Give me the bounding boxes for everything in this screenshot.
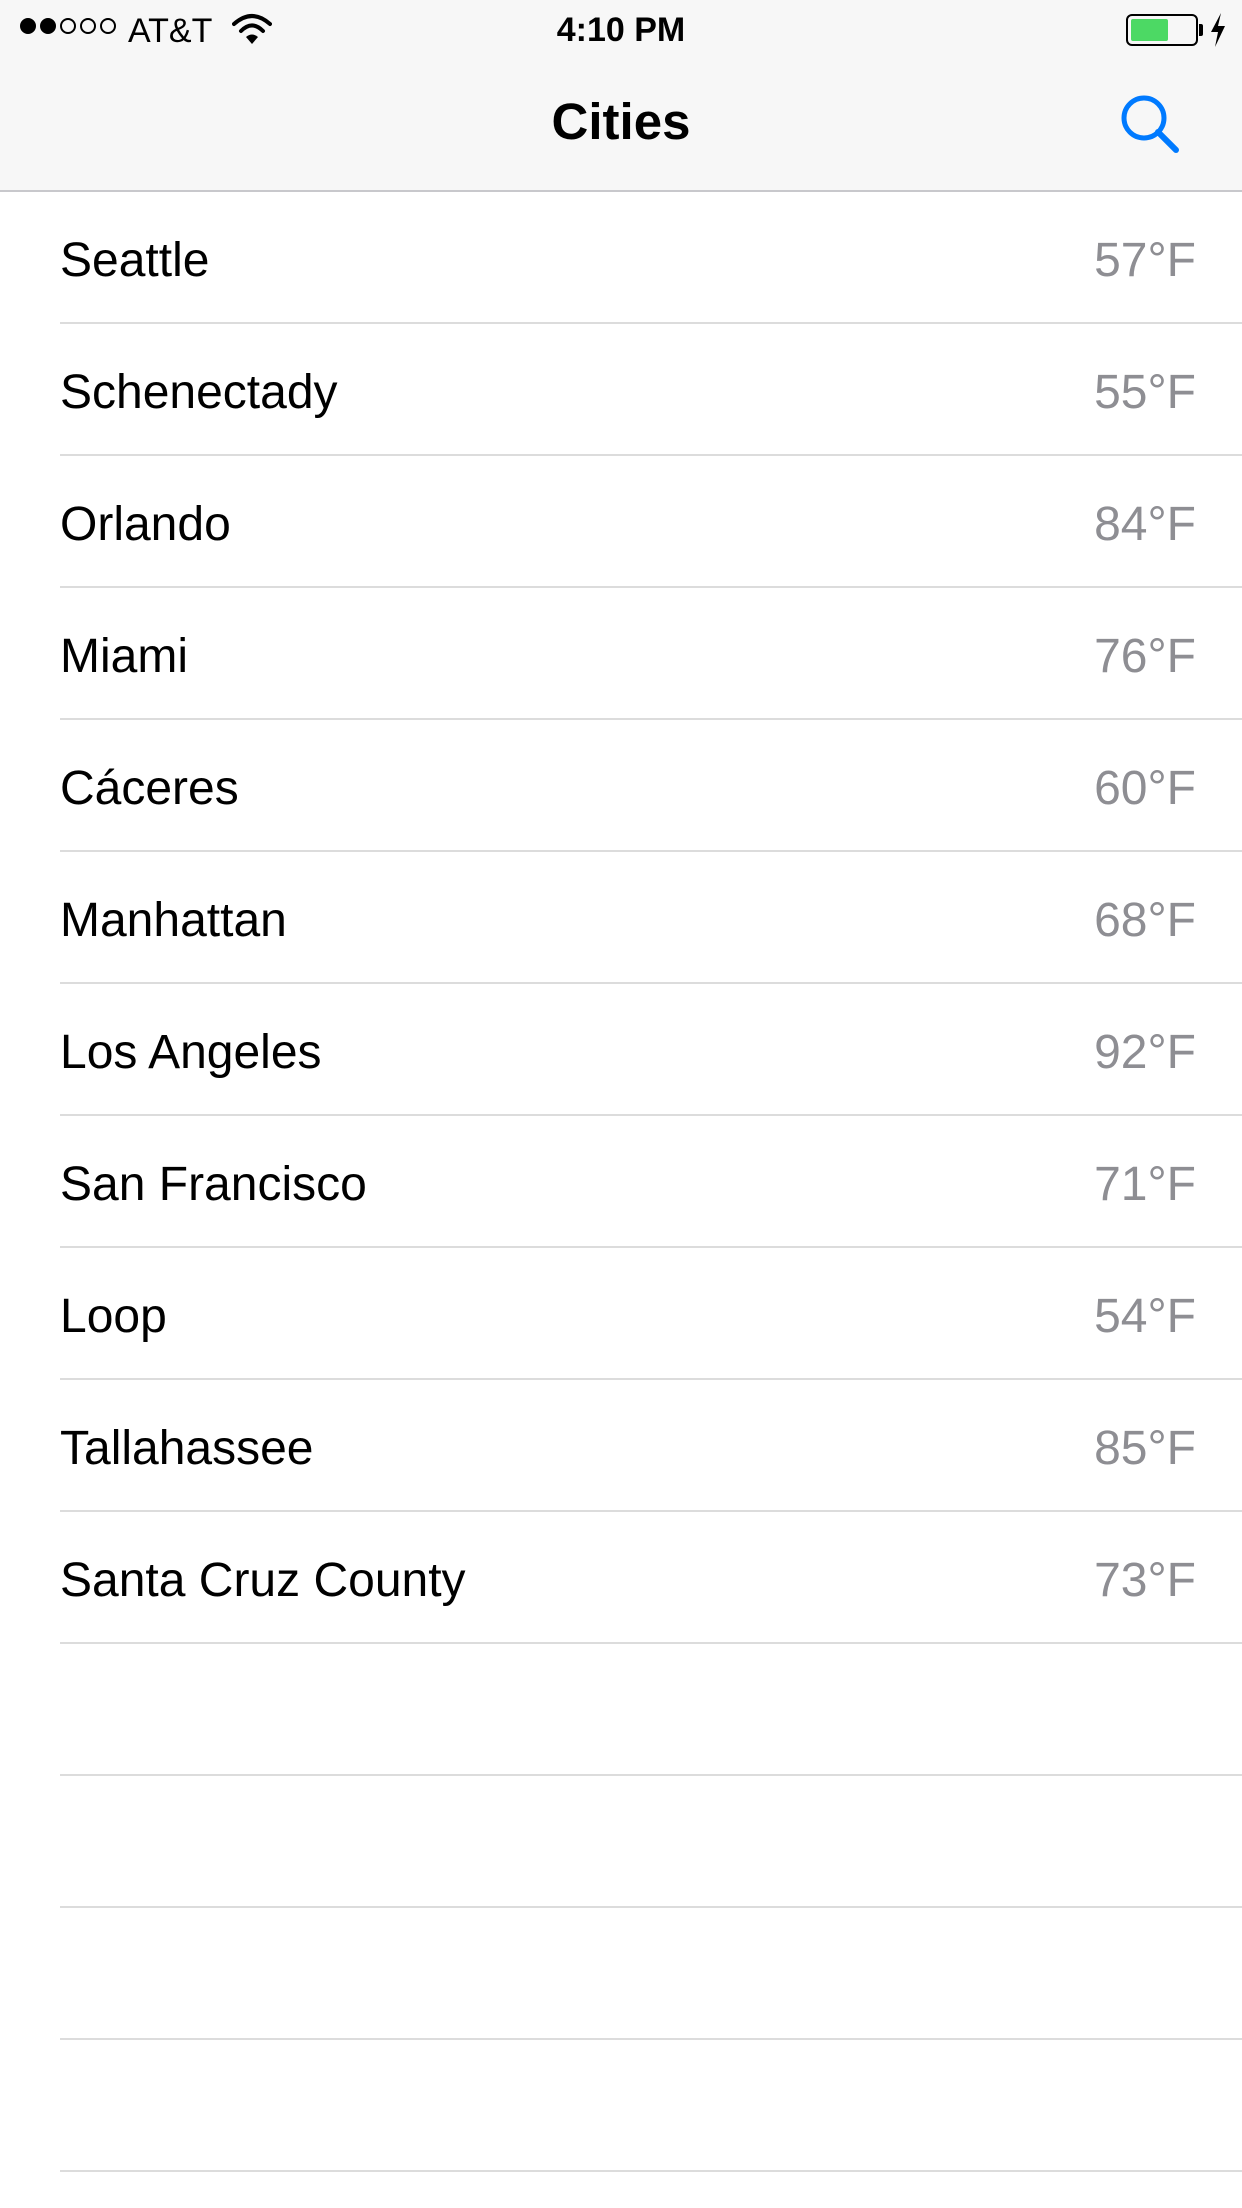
city-name: Los Angeles bbox=[60, 1026, 322, 1079]
battery-cap bbox=[1199, 24, 1203, 36]
city-temperature: 60°F bbox=[1094, 762, 1196, 815]
city-name: Santa Cruz County bbox=[60, 1554, 466, 1607]
city-name: Tallahassee bbox=[60, 1422, 314, 1475]
city-temperature: 71°F bbox=[1094, 1158, 1196, 1211]
city-row[interactable]: Schenectady 55°F bbox=[0, 324, 1242, 456]
city-row[interactable]: Seattle 57°F bbox=[0, 192, 1242, 324]
city-row[interactable]: Miami 76°F bbox=[0, 588, 1242, 720]
city-temperature: 68°F bbox=[1094, 894, 1196, 947]
cities-table: Seattle 57°F Schenectady 55°F Orlando 84… bbox=[0, 192, 1242, 2172]
empty-row bbox=[0, 2040, 1242, 2172]
empty-row bbox=[0, 1908, 1242, 2040]
city-name: San Francisco bbox=[60, 1158, 367, 1211]
page-title: Cities bbox=[551, 93, 691, 150]
navigation-bar: Cities bbox=[0, 60, 1242, 192]
empty-row bbox=[0, 1776, 1242, 1908]
city-temperature: 55°F bbox=[1094, 366, 1196, 419]
status-time: 4:10 PM bbox=[556, 11, 686, 49]
city-temperature: 92°F bbox=[1094, 1026, 1196, 1079]
city-row[interactable]: Orlando 84°F bbox=[0, 456, 1242, 588]
city-name: Cáceres bbox=[60, 762, 239, 815]
city-name: Schenectady bbox=[60, 366, 338, 419]
city-row[interactable]: Cáceres 60°F bbox=[0, 720, 1242, 852]
empty-row bbox=[0, 1644, 1242, 1776]
city-name: Miami bbox=[60, 630, 188, 683]
city-temperature: 85°F bbox=[1094, 1422, 1196, 1475]
charging-bolt-icon bbox=[1211, 13, 1225, 47]
city-row[interactable]: Loop 54°F bbox=[0, 1248, 1242, 1380]
city-row[interactable]: Tallahassee 85°F bbox=[0, 1380, 1242, 1512]
city-temperature: 73°F bbox=[1094, 1554, 1196, 1607]
city-temperature: 54°F bbox=[1094, 1290, 1196, 1343]
city-row[interactable]: Los Angeles 92°F bbox=[0, 984, 1242, 1116]
row-separator bbox=[60, 2170, 1242, 2172]
battery-icon bbox=[1126, 14, 1198, 46]
status-bar: AT&T 4:10 PM bbox=[0, 0, 1242, 60]
search-icon bbox=[1121, 95, 1179, 153]
city-row[interactable]: Manhattan 68°F bbox=[0, 852, 1242, 984]
city-row[interactable]: San Francisco 71°F bbox=[0, 1116, 1242, 1248]
city-temperature: 57°F bbox=[1094, 234, 1196, 287]
city-name: Manhattan bbox=[60, 894, 287, 947]
city-temperature: 84°F bbox=[1094, 498, 1196, 551]
city-name: Orlando bbox=[60, 498, 231, 551]
battery-level-fill bbox=[1131, 19, 1168, 41]
search-button[interactable] bbox=[1116, 90, 1186, 160]
city-name: Seattle bbox=[60, 234, 210, 287]
city-name: Loop bbox=[60, 1290, 167, 1343]
city-temperature: 76°F bbox=[1094, 630, 1196, 683]
city-row[interactable]: Santa Cruz County 73°F bbox=[0, 1512, 1242, 1644]
